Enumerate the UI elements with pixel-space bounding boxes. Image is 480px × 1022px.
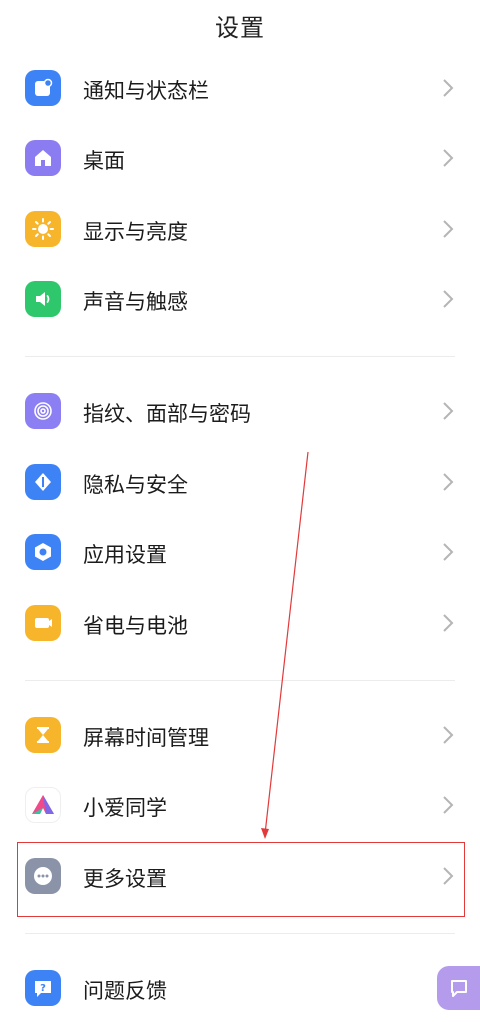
fingerprint-icon — [25, 393, 61, 429]
chevron-right-icon — [443, 543, 454, 561]
settings-item-display[interactable]: 显示与亮度 — [0, 197, 480, 263]
page-title: 设置 — [215, 14, 265, 42]
settings-item-label: 通知与状态栏 — [83, 79, 209, 103]
chevron-right-icon — [443, 402, 454, 420]
settings-item-feedback[interactable]: ? 问题反馈 — [0, 956, 480, 1022]
feedback-icon: ? — [25, 970, 61, 1006]
group-divider — [25, 933, 455, 934]
settings-item-label: 隐私与安全 — [83, 473, 188, 497]
settings-item-desktop[interactable]: 桌面 — [0, 126, 480, 192]
xiaoai-icon — [25, 787, 61, 823]
settings-item-xiaoai[interactable]: 小爱同学 — [0, 773, 480, 839]
settings-item-label: 省电与电池 — [83, 614, 188, 638]
settings-item-app-settings[interactable]: 应用设置 — [0, 520, 480, 586]
battery-icon — [25, 605, 61, 641]
hourglass-icon — [25, 717, 61, 753]
chevron-right-icon — [443, 220, 454, 238]
settings-item-label: 屏幕时间管理 — [83, 726, 209, 750]
chevron-right-icon — [443, 726, 454, 744]
chevron-right-icon — [443, 473, 454, 491]
app-settings-icon — [25, 534, 61, 570]
settings-item-battery[interactable]: 省电与电池 — [0, 591, 480, 657]
annotation-highlight-box — [17, 842, 465, 917]
settings-item-label: 声音与触感 — [83, 290, 188, 314]
floating-chat-button[interactable] — [437, 966, 480, 1010]
chevron-right-icon — [443, 149, 454, 167]
speaker-icon — [25, 281, 61, 317]
chevron-right-icon — [443, 79, 454, 97]
settings-item-notifications[interactable]: 通知与状态栏 — [0, 56, 480, 122]
brightness-icon — [25, 211, 61, 247]
settings-item-sound[interactable]: 声音与触感 — [0, 267, 480, 333]
settings-item-privacy[interactable]: 隐私与安全 — [0, 450, 480, 516]
chevron-right-icon — [443, 796, 454, 814]
settings-item-screen-time[interactable]: 屏幕时间管理 — [0, 703, 480, 769]
home-icon — [25, 140, 61, 176]
settings-item-label: 问题反馈 — [83, 979, 167, 1003]
group-divider — [25, 356, 455, 357]
settings-item-fingerprint[interactable]: 指纹、面部与密码 — [0, 379, 480, 445]
chevron-right-icon — [443, 614, 454, 632]
settings-item-label: 应用设置 — [83, 543, 167, 567]
privacy-icon — [25, 464, 61, 500]
settings-item-label: 指纹、面部与密码 — [83, 402, 251, 426]
group-divider — [25, 680, 455, 681]
svg-text:?: ? — [40, 983, 46, 994]
chevron-right-icon — [443, 290, 454, 308]
chat-icon — [450, 980, 467, 997]
settings-item-label: 显示与亮度 — [83, 220, 188, 244]
settings-item-label: 小爱同学 — [83, 796, 167, 820]
notification-icon — [25, 70, 61, 106]
settings-item-label: 桌面 — [83, 149, 125, 173]
